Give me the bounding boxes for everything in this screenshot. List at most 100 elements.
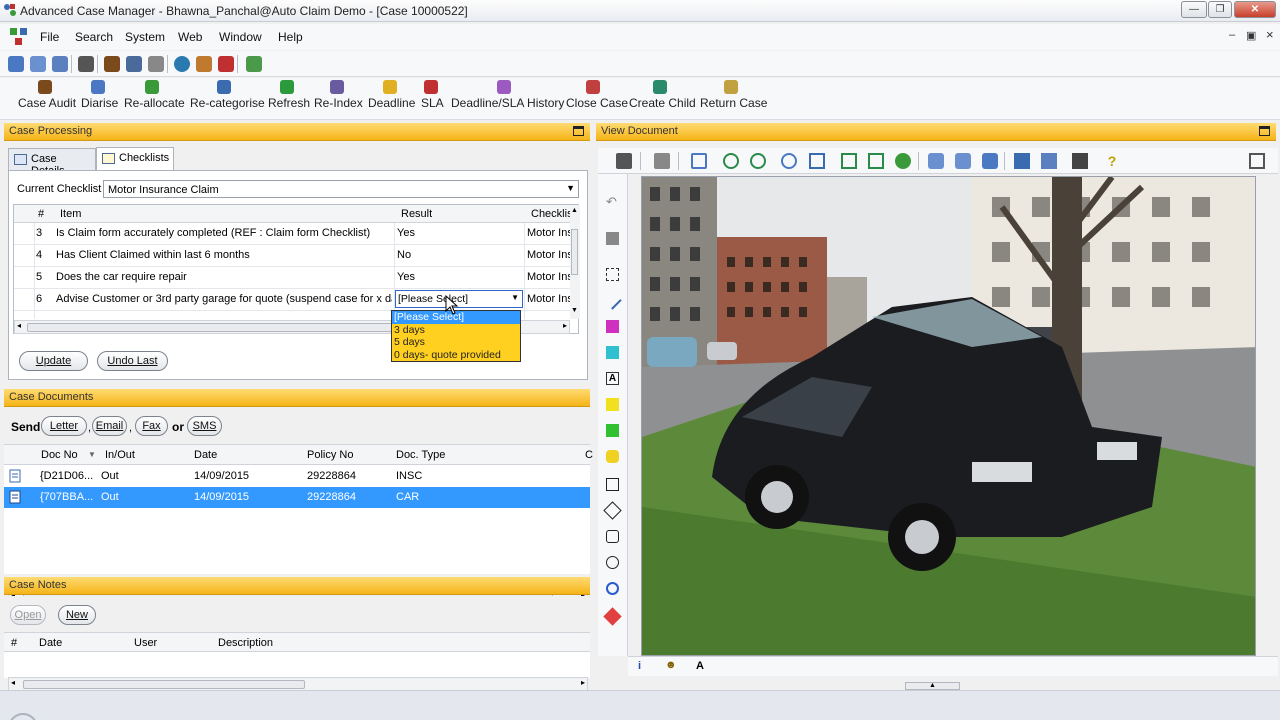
table-row[interactable]: {D21D06... Out 14/09/2015 29228864 INSC — [4, 466, 590, 487]
chart-icon[interactable] — [218, 56, 234, 72]
open-note-button[interactable]: Open — [10, 605, 46, 625]
zoom-select-icon[interactable] — [691, 153, 707, 169]
scroll-thumb[interactable] — [27, 323, 399, 332]
zoom-out-icon[interactable] — [750, 153, 766, 169]
line-icon[interactable] — [603, 291, 622, 310]
restore-viewer-icon[interactable] — [1249, 153, 1265, 169]
menu-search[interactable]: Search — [75, 30, 113, 44]
polygon-icon[interactable] — [603, 501, 622, 520]
return-case-button[interactable]: Return Case — [700, 80, 767, 110]
scroll-up-icon[interactable]: ▲ — [571, 207, 578, 214]
maximize-panel-icon[interactable] — [573, 126, 584, 136]
text-icon[interactable]: A — [606, 372, 619, 385]
rotate-left-icon[interactable] — [928, 153, 944, 169]
table-row[interactable]: {707BBA... Out 14/09/2015 29228864 CAR — [4, 487, 590, 508]
zoom-in-icon[interactable] — [723, 153, 739, 169]
reallocate-button[interactable]: Re-allocate — [124, 80, 185, 110]
select-icon[interactable] — [606, 268, 619, 281]
pen-icon[interactable] — [606, 320, 619, 333]
scroll-left-icon[interactable]: ◂ — [17, 321, 21, 330]
scroll-right-icon[interactable]: ▸ — [581, 678, 585, 687]
undo-last-button[interactable]: Undo Last — [97, 351, 168, 371]
case-audit-button[interactable]: Case Audit — [18, 80, 76, 110]
info-icon[interactable]: i — [638, 660, 641, 672]
refresh-button[interactable]: Refresh — [268, 80, 310, 110]
tab-checklists[interactable]: Checklists — [96, 147, 174, 170]
note-icon[interactable] — [606, 398, 619, 411]
scroll-thumb[interactable] — [23, 680, 305, 689]
dropdown-option[interactable]: 3 days — [392, 324, 520, 337]
fax-button[interactable]: Fax — [135, 416, 168, 436]
close-case-button[interactable]: Close Case — [566, 80, 628, 110]
zoom-fit-icon[interactable] — [781, 153, 797, 169]
menu-help[interactable]: Help — [278, 30, 303, 44]
document-image[interactable] — [641, 176, 1256, 656]
deadline-sla-history-button[interactable]: Deadline/SLA History — [451, 80, 564, 110]
table-row[interactable]: 5 Does the car require repair Yes Motor … — [14, 267, 571, 288]
minimize-button[interactable]: — — [1181, 1, 1207, 18]
scroll-right-icon[interactable]: ▸ — [563, 321, 567, 330]
menu-web[interactable]: Web — [178, 30, 202, 44]
sms-button[interactable]: SMS — [187, 416, 222, 436]
diarise-button[interactable]: Diarise — [81, 80, 118, 110]
menu-file[interactable]: File — [40, 30, 59, 44]
reindex-button[interactable]: Re-Index — [314, 80, 363, 110]
fullscreen-icon[interactable] — [1072, 153, 1088, 169]
update-button[interactable]: Update — [19, 351, 88, 371]
result-select[interactable]: [Please Select] ▼ — [395, 290, 523, 308]
search-advanced-icon[interactable] — [30, 56, 46, 72]
scroll-left-icon[interactable]: ◂ — [11, 678, 15, 687]
globe-icon[interactable] — [174, 56, 190, 72]
polygon-fill-icon[interactable] — [606, 450, 619, 463]
search-doc-icon[interactable] — [52, 56, 68, 72]
user-icon[interactable] — [104, 56, 120, 72]
rotate-180-icon[interactable] — [982, 153, 998, 169]
annotation-text-icon[interactable]: A — [696, 660, 704, 672]
rotate-right-icon[interactable] — [955, 153, 971, 169]
dropdown-option[interactable]: 5 days — [392, 336, 520, 349]
app-menu-icon[interactable] — [8, 26, 30, 48]
deadline-button[interactable]: Deadline — [368, 80, 415, 110]
menu-system[interactable]: System — [125, 30, 165, 44]
undo-icon[interactable]: ↶ — [606, 194, 619, 209]
mdi-minimize-button[interactable]: – — [1229, 29, 1235, 41]
dropdown-option[interactable]: 0 days- quote provided — [392, 349, 520, 362]
table-row[interactable]: 4 Has Client Claimed within last 6 month… — [14, 245, 571, 266]
device-icon[interactable] — [148, 56, 164, 72]
fit-height-icon[interactable] — [868, 153, 884, 169]
create-child-button[interactable]: Create Child — [629, 80, 696, 110]
pan-icon[interactable] — [895, 153, 911, 169]
letter-button[interactable]: Letter — [41, 416, 87, 436]
rectangle-icon[interactable] — [606, 478, 619, 491]
horizontal-scrollbar[interactable]: ◂ ▸ — [8, 677, 588, 691]
restore-button[interactable]: ❐ — [1208, 1, 1232, 18]
binoculars-icon[interactable] — [78, 56, 94, 72]
save-icon[interactable] — [606, 232, 619, 245]
table-row[interactable]: 3 Is Claim form accurately completed (RE… — [14, 223, 571, 244]
current-checklist-select[interactable]: Motor Insurance Claim ▼ — [103, 180, 579, 198]
mirror-icon[interactable] — [1041, 153, 1057, 169]
freeform-icon[interactable] — [606, 530, 619, 543]
highlight-icon[interactable] — [606, 424, 619, 437]
redo-icon[interactable] — [606, 582, 619, 595]
scroll-down-icon[interactable]: ▼ — [571, 307, 578, 314]
new-note-button[interactable]: New — [58, 605, 96, 625]
text-highlight-icon[interactable] — [606, 346, 619, 359]
tab-case-details[interactable]: Case Details — [8, 148, 96, 177]
emoji-icon[interactable]: ☻ — [665, 659, 677, 671]
ellipse-icon[interactable] — [606, 556, 619, 569]
tools-icon[interactable] — [616, 153, 632, 169]
stamp-icon[interactable] — [603, 607, 622, 626]
report-icon[interactable] — [196, 56, 212, 72]
mdi-restore-button[interactable]: ▣ — [1246, 29, 1256, 42]
search-icon[interactable] — [8, 56, 24, 72]
fit-page-icon[interactable] — [809, 153, 825, 169]
print-icon[interactable] — [654, 153, 670, 169]
scroll-thumb[interactable] — [571, 229, 578, 275]
sla-button[interactable]: SLA — [421, 80, 444, 110]
email-button[interactable]: Email — [92, 416, 127, 436]
recategorise-button[interactable]: Re-categorise — [190, 80, 265, 110]
close-window-button[interactable]: ✕ — [1234, 1, 1276, 18]
mdi-close-button[interactable]: × — [1266, 27, 1274, 42]
maximize-panel-icon[interactable] — [1259, 126, 1270, 136]
